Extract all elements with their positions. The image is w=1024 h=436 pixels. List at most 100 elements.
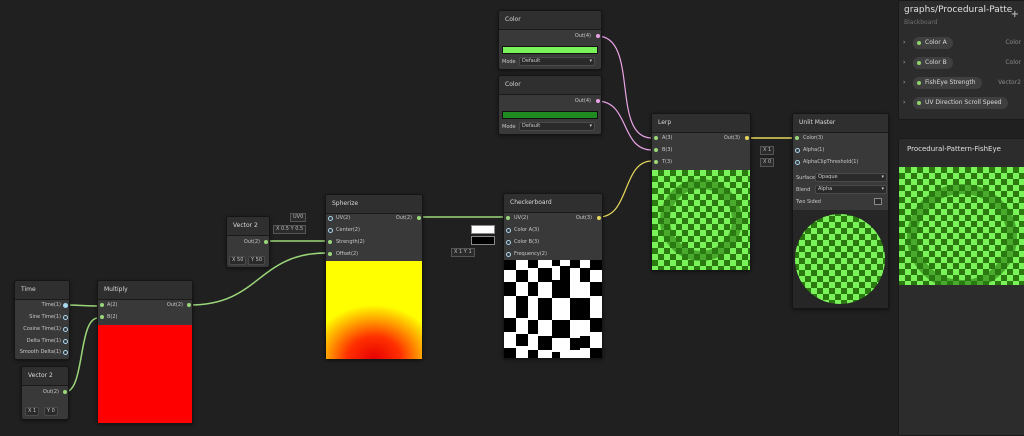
vector2-bottom-port-dot[interactable] xyxy=(63,390,67,394)
checkerboard-node[interactable]: Checkerboard UV(2) Color A(3) Color B(3)… xyxy=(503,193,603,359)
lerp-out-dot[interactable] xyxy=(745,136,749,140)
unlit-master-node[interactable]: Unlit Master Color(3) Alpha(1) AlphaClip… xyxy=(792,113,889,309)
multiply-output[interactable]: Out(2) xyxy=(167,301,183,309)
expand-arrow-icon[interactable]: › xyxy=(903,97,905,109)
blend-dropdown[interactable]: Alpha ▾ xyxy=(815,185,887,194)
master-clip-field[interactable]: X 0 xyxy=(760,158,775,167)
surface-dropdown[interactable]: Opaque ▾ xyxy=(815,173,887,182)
color-b-swatch[interactable] xyxy=(471,236,495,245)
property-pill[interactable]: Color A xyxy=(913,37,953,49)
color-b-mode-dropdown[interactable]: Default ▾ xyxy=(519,122,595,131)
checker-input-color-a[interactable]: Color A(3) xyxy=(514,226,539,234)
vector2-top-y-field[interactable]: Y 50 xyxy=(248,256,266,265)
property-item[interactable]: › UV Direction Scroll Speed xyxy=(903,97,1023,109)
vector2-bottom-y-field[interactable]: Y 0 xyxy=(44,407,58,416)
time-output-smooth-delta[interactable]: Smooth Delta(1) xyxy=(20,348,61,356)
spherize-center-field[interactable]: X 0.5 Y 0.5 xyxy=(273,225,307,234)
vector2-node-bottom[interactable]: Vector 2 Out(2) X 1 Y 0 xyxy=(21,366,69,420)
spherize-uv-dot[interactable] xyxy=(328,216,333,221)
multiply-a-dot[interactable] xyxy=(100,303,104,307)
color-a-swatch-bar[interactable] xyxy=(502,46,598,54)
spherize-input-offset[interactable]: Offset(2) xyxy=(336,250,358,258)
checker-input-frequency[interactable]: Frequency(2) xyxy=(514,250,547,258)
property-pill[interactable]: FishEye Strength xyxy=(913,77,982,89)
time-output-time[interactable]: Time(1) xyxy=(42,301,61,309)
sine-port-dot[interactable] xyxy=(63,315,68,320)
property-item[interactable]: › Color B Color xyxy=(903,57,1023,69)
checker-input-color-b[interactable]: Color B(3) xyxy=(514,238,539,246)
color-b-out-dot[interactable] xyxy=(596,99,600,103)
master-alpha-field[interactable]: X 1 xyxy=(760,146,775,155)
vector2-bottom-x-field[interactable]: X 1 xyxy=(25,407,40,416)
master-color-dot[interactable] xyxy=(795,136,799,140)
lerp-t-dot[interactable] xyxy=(654,160,658,164)
time-output-delta[interactable]: Delta Time(1) xyxy=(27,337,61,345)
multiply-input-a[interactable]: A(2) xyxy=(107,301,118,309)
checker-color-b-dot[interactable] xyxy=(506,240,511,245)
multiply-b-dot[interactable] xyxy=(100,315,104,319)
master-alpha-dot[interactable] xyxy=(795,148,800,153)
two-sided-checkbox[interactable] xyxy=(874,198,882,205)
lerp-output[interactable]: Out(3) xyxy=(724,134,740,142)
master-clip-dot[interactable] xyxy=(795,160,800,165)
lerp-input-a[interactable]: A(3) xyxy=(662,134,673,142)
color-b-output[interactable]: Out(4) xyxy=(575,97,591,105)
spherize-node[interactable]: Spherize UV(2) Center(2) Strength(2) Off… xyxy=(325,194,423,360)
master-input-color[interactable]: Color(3) xyxy=(803,134,823,142)
time-output-sine[interactable]: Sine Time(1) xyxy=(29,313,61,321)
master-input-clip[interactable]: AlphaClipThreshold(1) xyxy=(803,158,858,166)
expand-arrow-icon[interactable]: › xyxy=(903,57,905,69)
checker-frequency-dot[interactable] xyxy=(506,252,511,257)
spherize-input-uv[interactable]: UV(2) xyxy=(336,214,350,222)
lerp-input-t[interactable]: T(3) xyxy=(662,158,672,166)
multiply-input-b[interactable]: B(2) xyxy=(107,313,118,321)
vector2-top-output[interactable]: Out(2) xyxy=(244,238,260,246)
spherize-uv-field[interactable]: UV0 xyxy=(290,213,307,222)
color-a-output[interactable]: Out(4) xyxy=(575,32,591,40)
color-a-mode-dropdown[interactable]: Default ▾ xyxy=(519,57,595,66)
main-preview-panel[interactable]: Procedural-Pattern-FishEye xyxy=(898,138,1024,436)
color-a-out-dot[interactable] xyxy=(596,34,600,38)
vector2-bottom-output[interactable]: Out(2) xyxy=(43,388,59,396)
spherize-input-center[interactable]: Center(2) xyxy=(336,226,360,234)
checker-output[interactable]: Out(3) xyxy=(576,214,592,222)
checker-frequency-field[interactable]: X 1 Y 1 xyxy=(451,248,475,257)
checker-color-a-dot[interactable] xyxy=(506,228,511,233)
time-node[interactable]: Time Time(1) Sine Time(1) Cosine Time(1)… xyxy=(14,280,70,360)
color-b-swatch-bar[interactable] xyxy=(502,111,598,119)
property-item[interactable]: › Color A Color xyxy=(903,37,1023,49)
master-input-alpha[interactable]: Alpha(1) xyxy=(803,146,824,154)
color-node-a[interactable]: Color Out(4) Mode Default ▾ xyxy=(498,10,602,70)
checker-input-uv[interactable]: UV(2) xyxy=(514,214,528,222)
spherize-input-strength[interactable]: Strength(2) xyxy=(336,238,365,246)
lerp-input-b[interactable]: B(3) xyxy=(662,146,673,154)
spherize-center-dot[interactable] xyxy=(328,228,333,233)
lerp-b-dot[interactable] xyxy=(654,148,658,152)
smooth-delta-port-dot[interactable] xyxy=(63,350,68,355)
lerp-a-dot[interactable] xyxy=(654,136,658,140)
cosine-port-dot[interactable] xyxy=(63,327,68,332)
color-a-swatch[interactable] xyxy=(471,225,495,234)
vector2-node-top[interactable]: Vector 2 Out(2) X 50 Y 50 xyxy=(226,216,270,268)
expand-arrow-icon[interactable]: › xyxy=(903,37,905,49)
time-port-dot[interactable] xyxy=(63,303,68,308)
spherize-output[interactable]: Out(2) xyxy=(396,214,412,222)
vector2-top-port-dot[interactable] xyxy=(264,240,268,244)
add-property-button[interactable]: + xyxy=(1011,9,1019,20)
time-output-cosine[interactable]: Cosine Time(1) xyxy=(23,325,61,333)
property-pill[interactable]: UV Direction Scroll Speed xyxy=(913,97,1008,109)
lerp-node[interactable]: Lerp A(3) B(3) T(3) Out(3) xyxy=(651,113,751,271)
spherize-offset-dot[interactable] xyxy=(328,252,332,256)
multiply-node[interactable]: Multiply A(2) B(2) Out(2) xyxy=(97,280,193,424)
color-node-b[interactable]: Color Out(4) Mode Default ▾ xyxy=(498,75,602,135)
expand-arrow-icon[interactable]: › xyxy=(903,77,905,89)
property-item[interactable]: › FishEye Strength Vector2 xyxy=(903,77,1023,89)
delta-port-dot[interactable] xyxy=(63,339,68,344)
property-pill[interactable]: Color B xyxy=(913,57,953,69)
multiply-out-dot[interactable] xyxy=(187,303,191,307)
spherize-strength-dot[interactable] xyxy=(328,240,332,244)
checker-out-dot[interactable] xyxy=(597,216,601,220)
vector2-top-x-field[interactable]: X 50 xyxy=(229,256,247,265)
spherize-out-dot[interactable] xyxy=(417,216,421,220)
checker-uv-dot[interactable] xyxy=(506,216,510,220)
